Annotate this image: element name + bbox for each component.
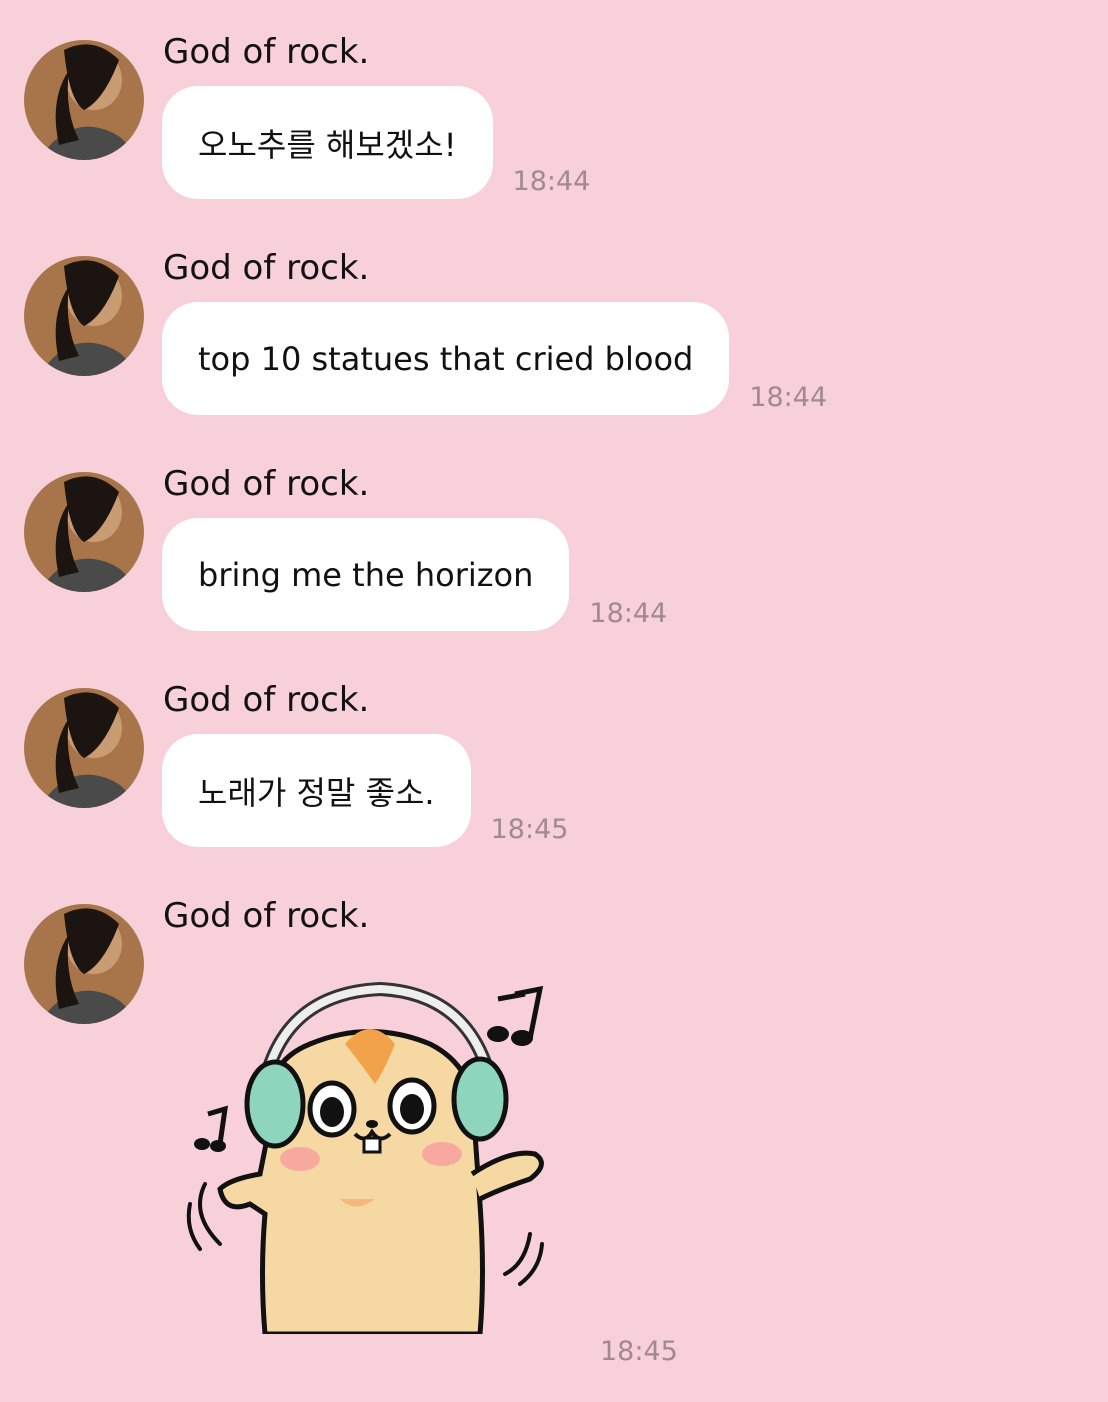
sender-name: God of rock. [163, 248, 370, 288]
avatar[interactable] [24, 688, 144, 808]
message-bubble[interactable]: 오노추를 해보겠소! [162, 86, 493, 199]
hamster-with-headphones-sticker[interactable] [180, 974, 560, 1334]
sender-name: God of rock. [163, 464, 370, 504]
sender-name: God of rock. [163, 896, 370, 936]
message-time: 18:44 [749, 382, 828, 413]
message-time: 18:44 [589, 598, 668, 629]
avatar[interactable] [24, 472, 144, 592]
message-time: 18:45 [600, 1336, 678, 1367]
message-bubble[interactable]: 노래가 정말 좋소. [162, 734, 471, 847]
avatar[interactable] [24, 40, 144, 160]
sender-name: God of rock. [163, 32, 370, 72]
message-time: 18:44 [512, 166, 591, 197]
avatar[interactable] [24, 904, 144, 1024]
message-bubble[interactable]: bring me the horizon [162, 518, 570, 631]
message-bubble[interactable]: top 10 statues that cried blood [162, 302, 730, 415]
sender-name: God of rock. [163, 680, 370, 720]
avatar[interactable] [24, 256, 144, 376]
message-time: 18:45 [490, 814, 569, 845]
